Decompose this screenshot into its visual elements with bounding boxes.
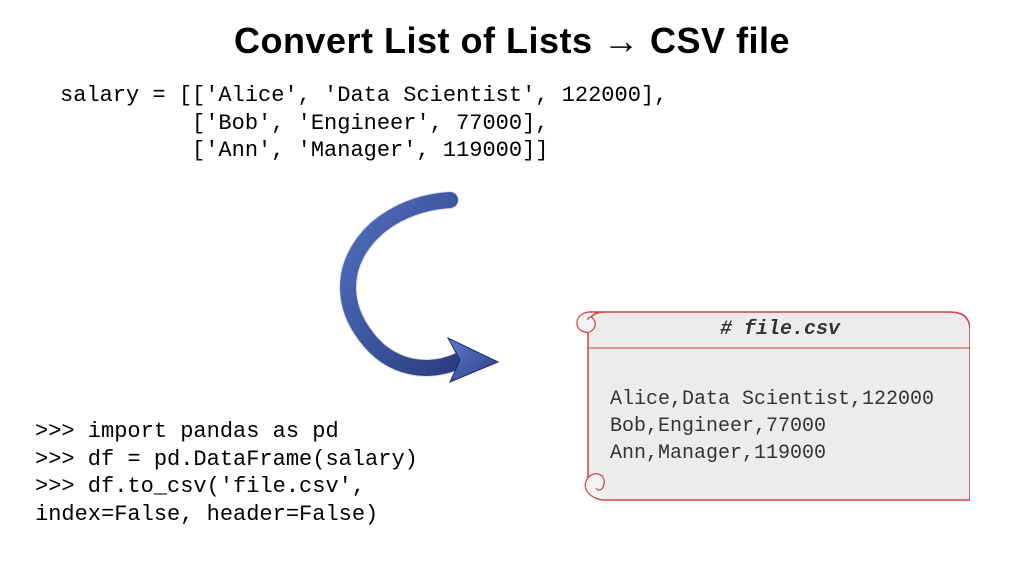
slide-stage: Convert List of Lists → CSV file salary … <box>0 0 1024 576</box>
file-content: Alice,Data Scientist,122000 Bob,Engineer… <box>610 386 934 467</box>
file-name-label: # file.csv <box>590 318 970 341</box>
csv-file-scroll: # file.csv Alice,Data Scientist,122000 B… <box>570 300 970 510</box>
repl-code-block: >>> import pandas as pd >>> df = pd.Data… <box>35 418 418 528</box>
source-code-block: salary = [['Alice', 'Data Scientist', 12… <box>60 82 667 165</box>
page-title: Convert List of Lists → CSV file <box>0 20 1024 62</box>
curved-arrow-icon <box>310 180 530 400</box>
